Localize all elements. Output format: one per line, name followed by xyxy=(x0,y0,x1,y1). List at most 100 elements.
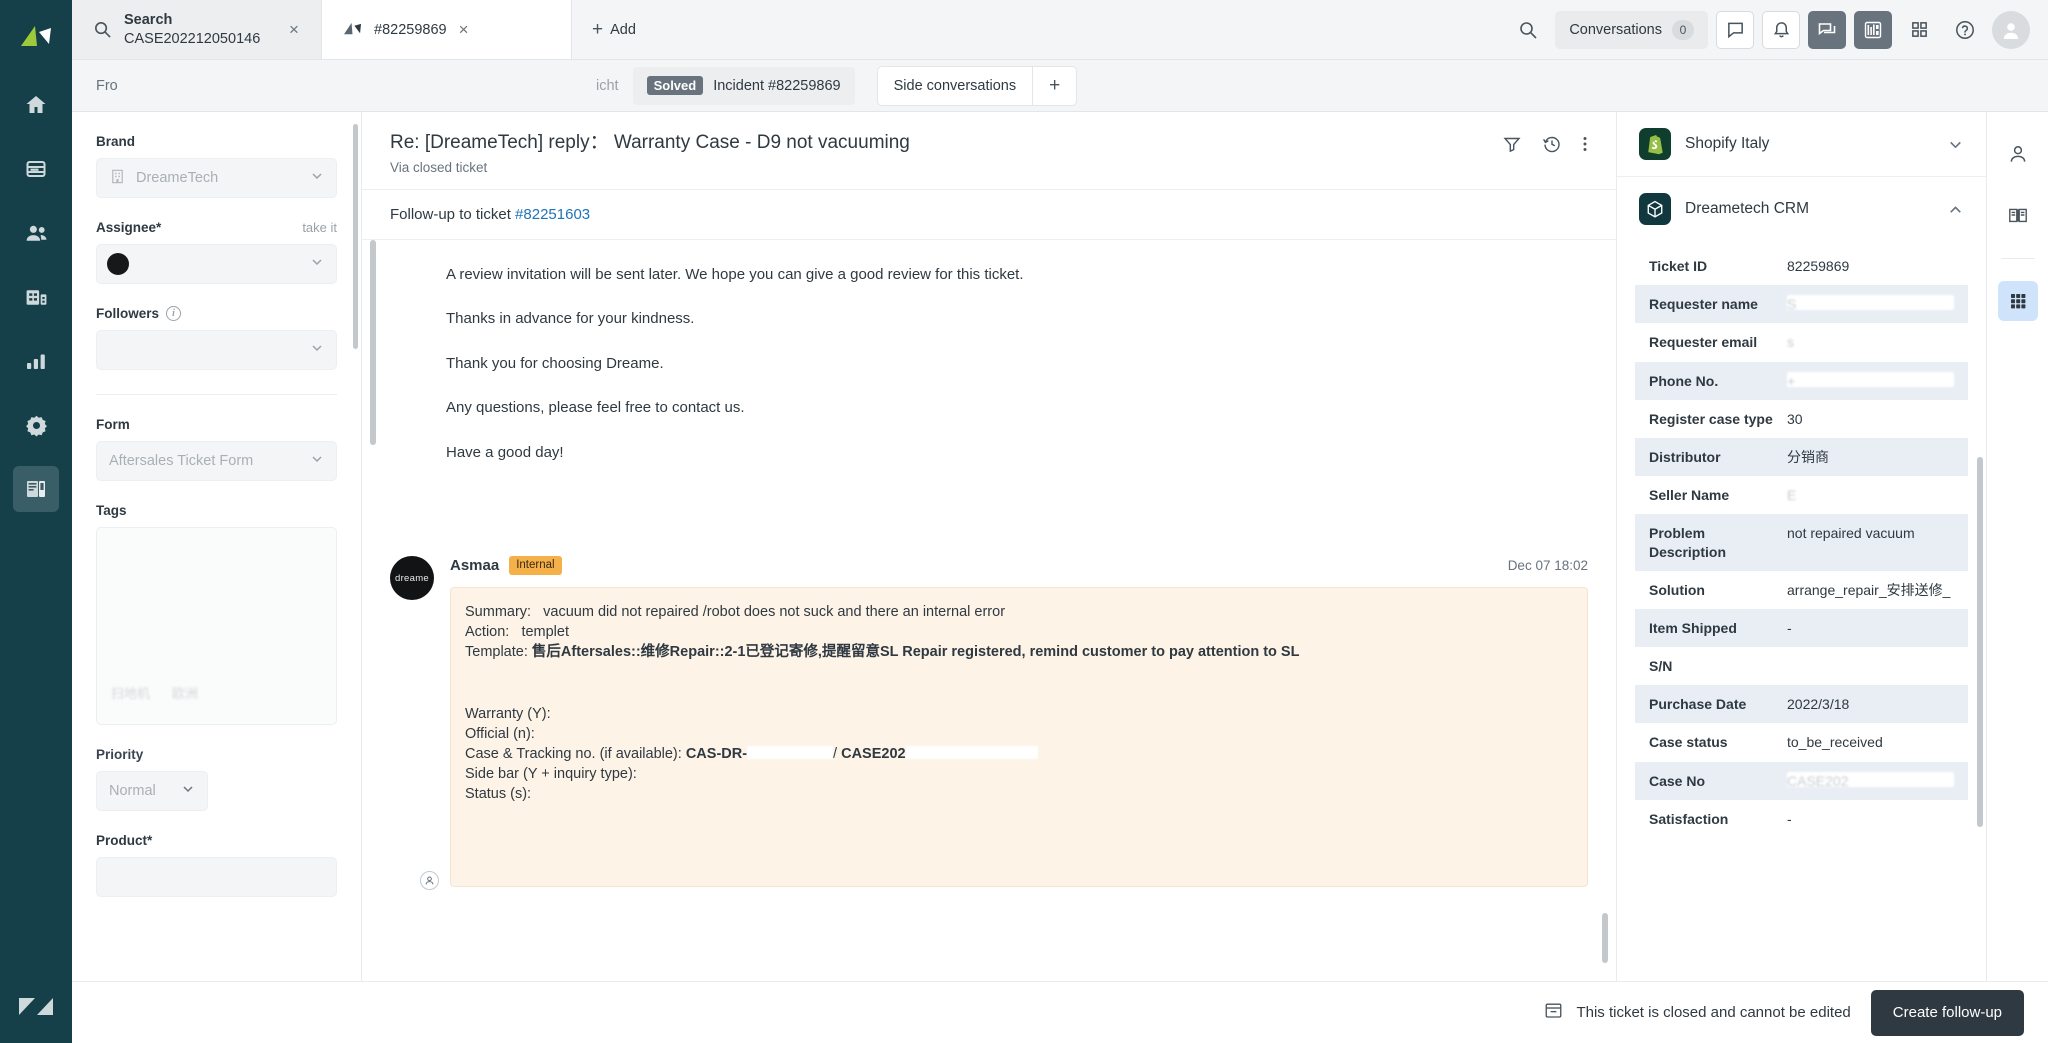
sidebar-item-apps[interactable] xyxy=(13,466,59,512)
side-conversations-label[interactable]: Side conversations xyxy=(878,78,1033,94)
tags-input[interactable]: 扫地机 欧洲 xyxy=(96,527,337,725)
crm-field-key: Register case type xyxy=(1649,410,1773,427)
crm-field-value: 30 xyxy=(1787,410,1803,427)
note-inner-spacer xyxy=(465,662,1569,704)
tab-search[interactable]: Search CASE202212050146 × xyxy=(72,0,322,59)
chevron-down-icon xyxy=(181,782,195,800)
crm-field-key: Ticket ID xyxy=(1649,258,1708,274)
brand-label: Brand xyxy=(96,134,136,149)
chevron-up-icon[interactable] xyxy=(1947,201,1964,218)
subject-tail-text: icht xyxy=(596,77,619,94)
page-title: Re: [DreameTech] reply： Warranty Case - … xyxy=(390,132,910,153)
user-avatar[interactable] xyxy=(1992,10,2030,49)
ticket-status-chip[interactable]: Solved Incident #82259869 xyxy=(632,66,855,105)
subject-input[interactable] xyxy=(96,66,596,105)
field-product: Product* xyxy=(96,811,337,897)
followup-prefix: Follow-up to ticket xyxy=(390,205,516,223)
history-icon[interactable] xyxy=(1542,134,1562,154)
avatar: dreame xyxy=(390,556,434,601)
followup-ticket-link[interactable]: #82251603 xyxy=(515,206,590,223)
priority-label: Priority xyxy=(96,747,144,762)
apps-grid-icon[interactable] xyxy=(1997,281,2038,321)
sidebar-item-views[interactable] xyxy=(13,146,59,192)
note-avatar-wrapper: dreame xyxy=(390,556,439,891)
shopify-icon xyxy=(1639,128,1671,160)
app-root: Search CASE202212050146 × #82259869 × + … xyxy=(0,0,2048,1043)
add-tab-button[interactable]: + Add xyxy=(572,0,656,59)
subject-status-bar: icht Solved Incident #82259869 Side conv… xyxy=(72,60,2048,112)
create-followup-button[interactable]: Create follow-up xyxy=(1870,989,2024,1036)
tab-ticket-close-icon[interactable]: × xyxy=(459,21,477,38)
crm-field-key: Solution xyxy=(1649,581,1705,598)
table-row: Phone No. + xyxy=(1635,361,1968,400)
form-select[interactable]: Aftersales Ticket Form xyxy=(96,441,337,481)
assignee-avatar xyxy=(107,253,129,275)
zendesk-logo xyxy=(0,995,72,1017)
dashboard-icon[interactable] xyxy=(1854,10,1892,49)
crm-field-value: not repaired vacuum xyxy=(1787,525,1915,542)
priority-select[interactable]: Normal xyxy=(96,771,208,811)
chevron-down-icon[interactable] xyxy=(1947,136,1964,153)
note-line-case-tracking: Case & Tracking no. (if available): CAS-… xyxy=(465,744,1569,764)
table-row: Register case type 30 xyxy=(1635,400,1968,438)
ticket-footer-bar: This ticket is closed and cannot be edit… xyxy=(72,981,2048,1043)
crm-field-key: S/N xyxy=(1649,658,1673,675)
crm-fields-table: Ticket ID 82259869 Requester name S Requ… xyxy=(1617,241,1986,838)
assignee-select[interactable] xyxy=(96,244,337,284)
brand-select[interactable]: DreameTech xyxy=(96,158,337,198)
product-select[interactable] xyxy=(96,857,337,897)
tag-chip: 欧洲 xyxy=(172,686,199,701)
sidebar-item-reporting[interactable] xyxy=(13,338,59,384)
internal-note-main: Asmaa Internal Dec 07 18:02 Summary: vac… xyxy=(450,556,1588,888)
apps-scrollbar[interactable] xyxy=(1977,457,1983,827)
conversation-scrollbar-top[interactable] xyxy=(370,239,376,445)
messaging-icon[interactable] xyxy=(1808,10,1846,49)
crm-field-key: Distributor xyxy=(1649,448,1721,465)
sidebar-item-customers[interactable] xyxy=(13,210,59,256)
more-options-icon[interactable] xyxy=(1582,134,1588,154)
tab-ticket-82259869[interactable]: #82259869 × xyxy=(322,0,572,59)
rail-divider xyxy=(2000,258,2035,259)
app-dreametech-crm[interactable]: Dreametech CRM xyxy=(1617,177,1986,241)
crm-field-value: arrange_repair_安排送修_ xyxy=(1787,581,1951,598)
left-nav-rail xyxy=(0,0,72,1043)
sidebar-item-organizations[interactable] xyxy=(13,274,59,320)
side-conversations-control: Side conversations + xyxy=(876,65,1078,106)
crm-field-value xyxy=(1787,657,1954,673)
table-row: Purchase Date 2022/3/18 xyxy=(1635,685,1968,724)
grid-apps-icon[interactable] xyxy=(1900,11,1938,49)
conversations-button[interactable]: Conversations 0 xyxy=(1555,10,1708,49)
tab-search-close-icon[interactable]: × xyxy=(289,21,307,38)
sidebar-item-home[interactable] xyxy=(13,82,59,128)
side-conversations-add-icon[interactable]: + xyxy=(1032,66,1076,105)
properties-scrollbar[interactable] xyxy=(353,124,358,349)
crm-field-value: to_be_received xyxy=(1787,734,1883,751)
filter-icon[interactable] xyxy=(1502,134,1522,154)
app-shopify-italy[interactable]: Shopify Italy xyxy=(1617,112,1986,176)
take-it-link[interactable]: take it xyxy=(302,220,337,235)
crm-field-key: Case No xyxy=(1649,772,1706,789)
info-icon[interactable]: i xyxy=(166,306,182,321)
right-icon-rail xyxy=(1986,112,2048,981)
status-label: Incident #82259869 xyxy=(713,77,841,94)
user-profile-icon[interactable] xyxy=(1998,134,2038,174)
note-case-tracking-value1: CAS-DR- xyxy=(685,746,748,763)
followers-select[interactable] xyxy=(96,330,337,370)
ticket-icon xyxy=(342,21,362,38)
top-tab-bar: Search CASE202212050146 × #82259869 × + … xyxy=(72,0,2048,60)
message-paragraph: Have a good day! xyxy=(446,443,564,461)
sidebar-item-admin[interactable] xyxy=(13,402,59,448)
crm-field-key: Phone No. xyxy=(1649,372,1719,389)
global-search-icon[interactable] xyxy=(1509,11,1547,49)
chevron-down-icon xyxy=(310,452,324,470)
conversation-scrollbar[interactable] xyxy=(1602,913,1608,963)
crm-field-value: s xyxy=(1787,333,1954,350)
help-icon[interactable] xyxy=(1946,11,1984,49)
chat-icon[interactable] xyxy=(1716,10,1754,49)
note-template-key: Template: xyxy=(465,644,528,661)
crm-field-key: Requester name xyxy=(1649,296,1758,313)
bell-icon[interactable] xyxy=(1762,10,1800,49)
note-line-action: Action: templet xyxy=(465,622,1569,642)
tab-search-subtitle: CASE202212050146 xyxy=(124,30,261,47)
knowledge-book-icon[interactable] xyxy=(1998,196,2038,236)
